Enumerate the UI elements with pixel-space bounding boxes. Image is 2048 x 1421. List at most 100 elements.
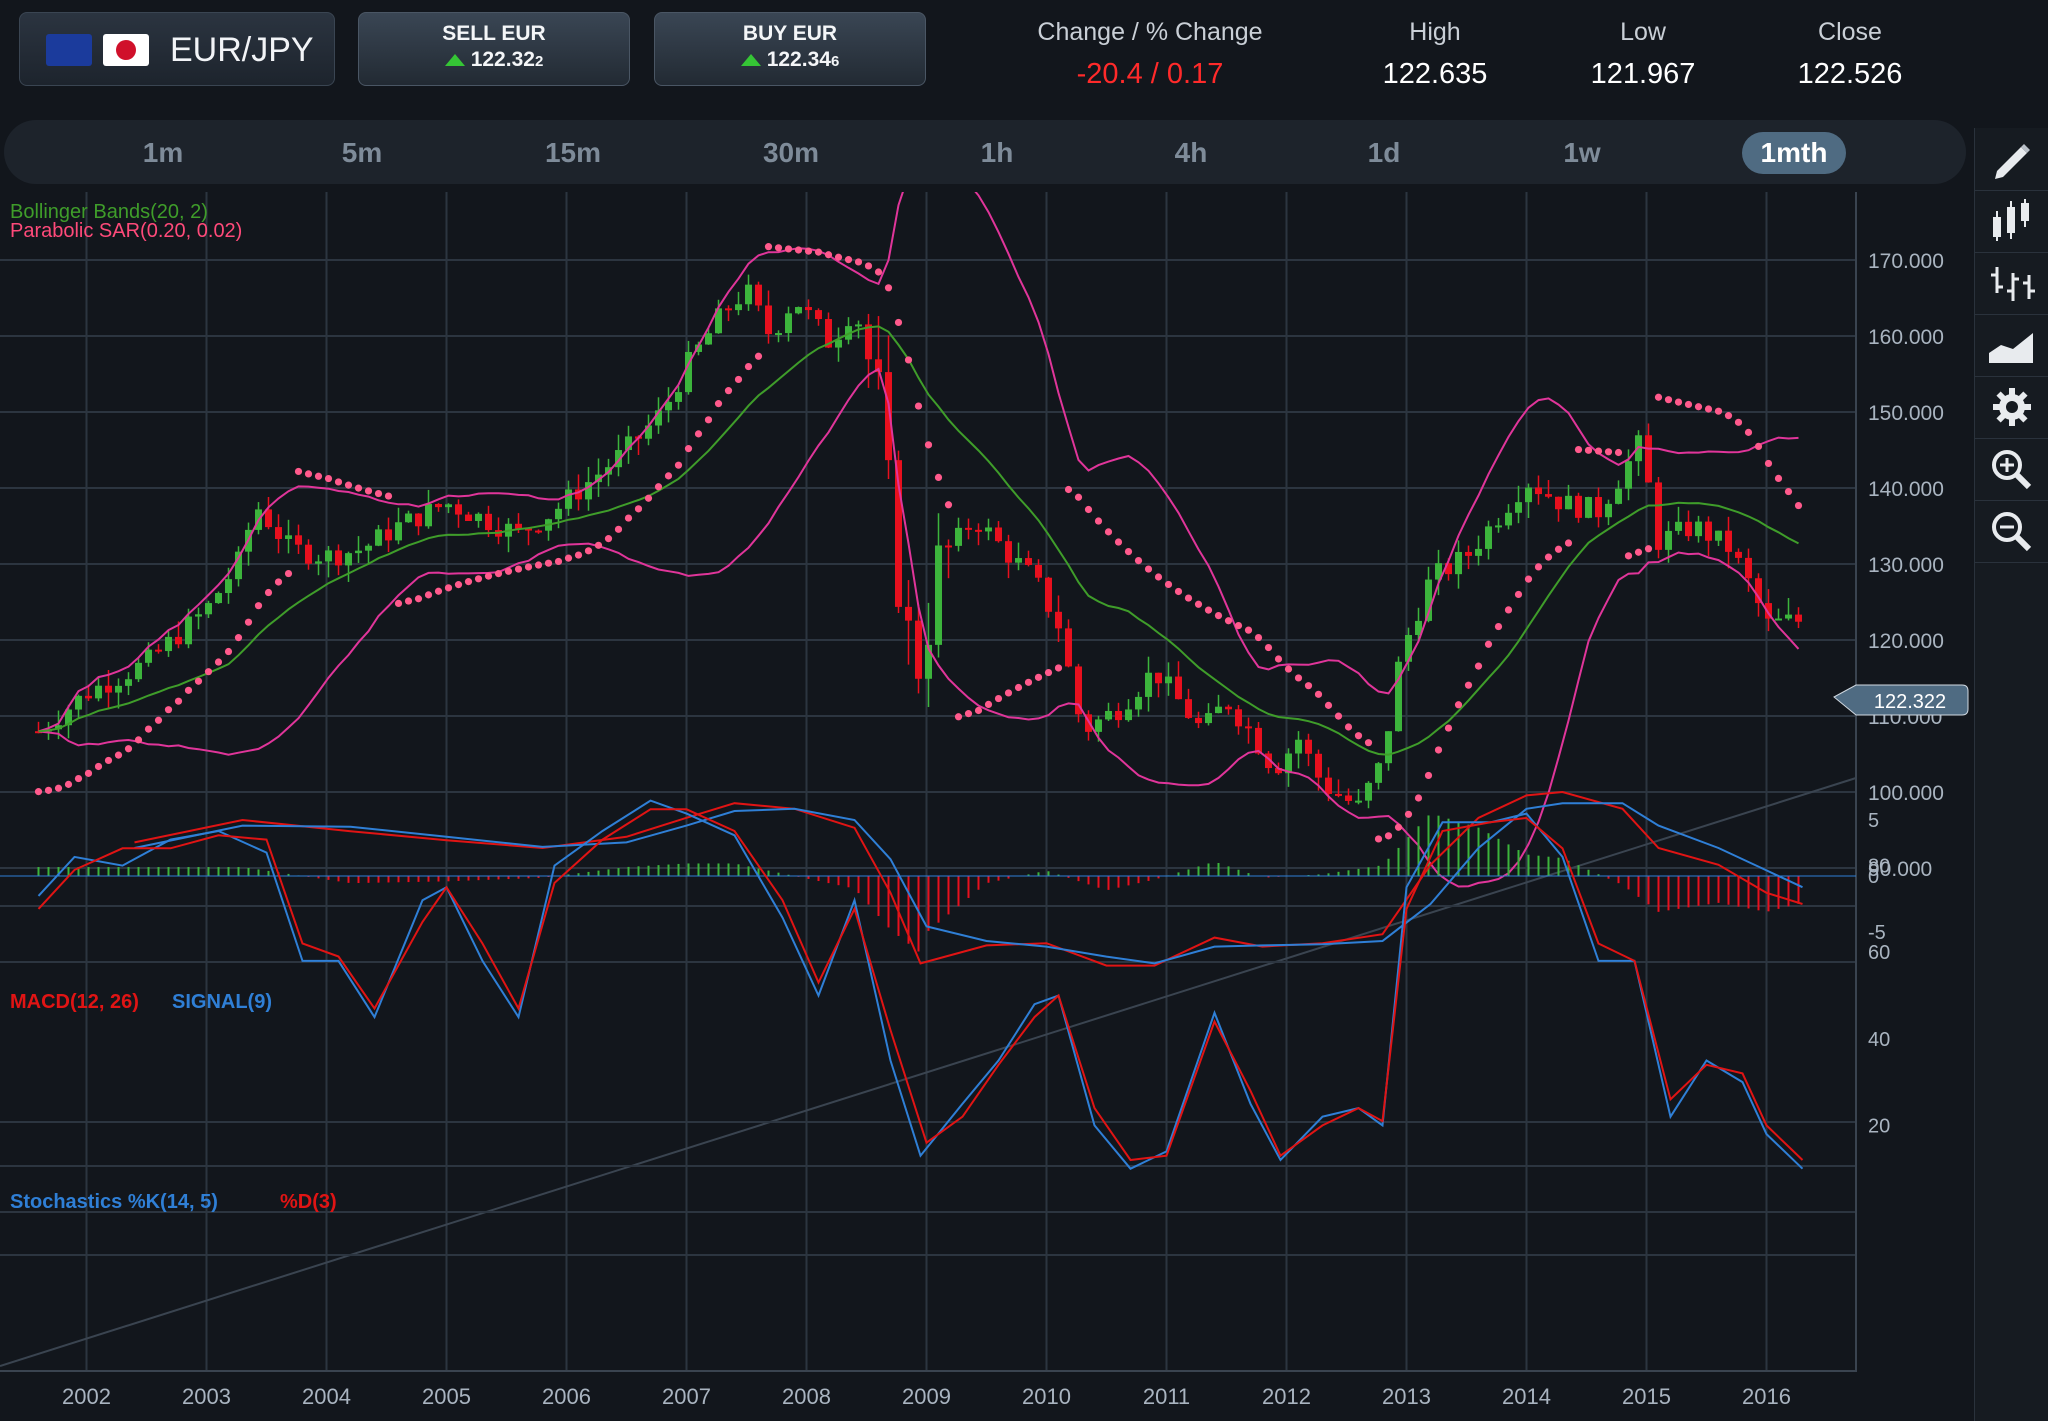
sar-dot xyxy=(364,487,373,495)
candle-body xyxy=(1485,526,1492,549)
candle-body xyxy=(195,614,202,617)
candle-body xyxy=(425,504,432,527)
sar-dot xyxy=(704,416,713,424)
candle-body xyxy=(1115,710,1122,721)
candle-body xyxy=(85,695,92,699)
candle-body xyxy=(1145,672,1152,697)
tab-1mth[interactable]: 1mth xyxy=(1742,132,1846,174)
sar-dot xyxy=(1504,606,1513,614)
sar-dot xyxy=(514,565,523,573)
tab-30m[interactable]: 30m xyxy=(746,132,836,174)
sar-dot xyxy=(1644,545,1653,553)
sar-dot xyxy=(184,686,193,694)
candle-body xyxy=(1645,435,1652,483)
sell-button[interactable]: SELL EUR 122.322 xyxy=(358,12,630,86)
candle-body xyxy=(405,513,412,523)
candle-body xyxy=(905,606,912,621)
candlestick-tool-button[interactable] xyxy=(1975,190,2048,253)
sar-dot xyxy=(884,284,893,292)
candle-body xyxy=(1475,548,1482,556)
sar-dot xyxy=(1514,590,1523,599)
candle-body xyxy=(1655,482,1662,550)
sar-dot xyxy=(1024,678,1033,686)
ohlc-tool-button[interactable] xyxy=(1975,252,2048,315)
low-header: Low xyxy=(1620,18,1666,46)
tab-5m[interactable]: 5m xyxy=(317,132,407,174)
currency-pair-selector[interactable]: EUR/JPY xyxy=(19,12,335,86)
tab-1w[interactable]: 1w xyxy=(1537,132,1627,174)
candle-body xyxy=(75,695,82,710)
sar-dot xyxy=(534,561,543,569)
candle-body xyxy=(95,685,102,699)
candle-body xyxy=(755,284,762,306)
sar-dot xyxy=(234,634,243,642)
sar-dot xyxy=(154,716,163,724)
zoom-out-tool-button[interactable] xyxy=(1975,500,2048,563)
header-bar: EUR/JPY SELL EUR 122.322 BUY EUR 122.346… xyxy=(0,0,2048,110)
buy-price: 122.346 xyxy=(655,48,925,72)
sar-dot xyxy=(1084,505,1093,514)
sar-dot xyxy=(1194,600,1203,608)
area-chart-tool-button[interactable] xyxy=(1975,314,2048,377)
tab-1d[interactable]: 1d xyxy=(1339,132,1429,174)
change-header: Change / % Change xyxy=(1037,18,1263,46)
tab-1m[interactable]: 1m xyxy=(118,132,208,174)
sar-dot xyxy=(1464,681,1473,689)
pencil-tool-button[interactable] xyxy=(1975,128,2048,191)
macd-axis-label: 5 xyxy=(1868,810,1879,832)
price-chart[interactable]: 180.000 170.000 160.000 150.000 140.000 130.0… xyxy=(0,192,1972,1421)
sar-dot xyxy=(944,501,953,509)
sar-dot xyxy=(1374,835,1383,843)
year-axis-label: 2012 xyxy=(1262,1384,1311,1409)
candle-body xyxy=(1575,495,1582,518)
sar-dot xyxy=(1354,732,1363,740)
sar-dot xyxy=(164,706,173,714)
sar-dot xyxy=(374,489,383,498)
sar-dot xyxy=(1754,442,1763,451)
zoom-out-icon xyxy=(1992,512,2032,552)
settings-tool-button[interactable] xyxy=(1975,376,2048,439)
buy-label: BUY EUR xyxy=(742,22,838,45)
tab-1h[interactable]: 1h xyxy=(952,132,1042,174)
candle-body xyxy=(735,304,742,311)
stoch-axis-label: 60 xyxy=(1868,942,1890,964)
candle-body xyxy=(1515,502,1522,513)
candle-body xyxy=(565,489,572,509)
candle-body xyxy=(435,504,442,508)
candle-body xyxy=(335,550,342,566)
candle-body xyxy=(1035,564,1042,578)
sar-dot xyxy=(354,484,363,492)
zoom-in-tool-button[interactable] xyxy=(1975,438,2048,501)
sar-dot xyxy=(584,547,593,555)
candle-body xyxy=(465,514,472,521)
sar-dot xyxy=(494,570,503,578)
sar-dot xyxy=(1014,683,1023,692)
sar-dot xyxy=(1204,606,1213,614)
candle-body xyxy=(1615,488,1622,504)
up-arrow-icon xyxy=(444,54,465,67)
tab-15m[interactable]: 15m xyxy=(528,132,618,174)
tab-4h[interactable]: 4h xyxy=(1146,132,1236,174)
chart-background xyxy=(0,192,1856,1372)
sar-dot xyxy=(344,481,353,489)
macd-axis-label: -5 xyxy=(1868,922,1886,944)
year-axis-label: 2004 xyxy=(302,1384,351,1409)
candle-body xyxy=(1555,496,1562,510)
candle-body xyxy=(375,529,382,546)
sar-dot xyxy=(1404,810,1413,818)
sar-dot xyxy=(284,569,293,578)
sar-dot xyxy=(1584,446,1593,454)
sar-dot xyxy=(634,505,643,513)
close-value: 122.526 xyxy=(1797,58,1903,90)
buy-button[interactable]: BUY EUR 122.346 xyxy=(654,12,926,86)
candle-body xyxy=(515,523,522,529)
sar-dot xyxy=(54,784,63,792)
sar-dot xyxy=(1314,690,1323,698)
sar-dot xyxy=(1394,823,1403,831)
candle-body xyxy=(1325,777,1332,794)
candle-body xyxy=(535,530,542,533)
sar-dot xyxy=(134,736,143,744)
sar-dot xyxy=(784,245,793,253)
candle-body xyxy=(1015,558,1022,563)
sar-dot xyxy=(1034,673,1043,681)
